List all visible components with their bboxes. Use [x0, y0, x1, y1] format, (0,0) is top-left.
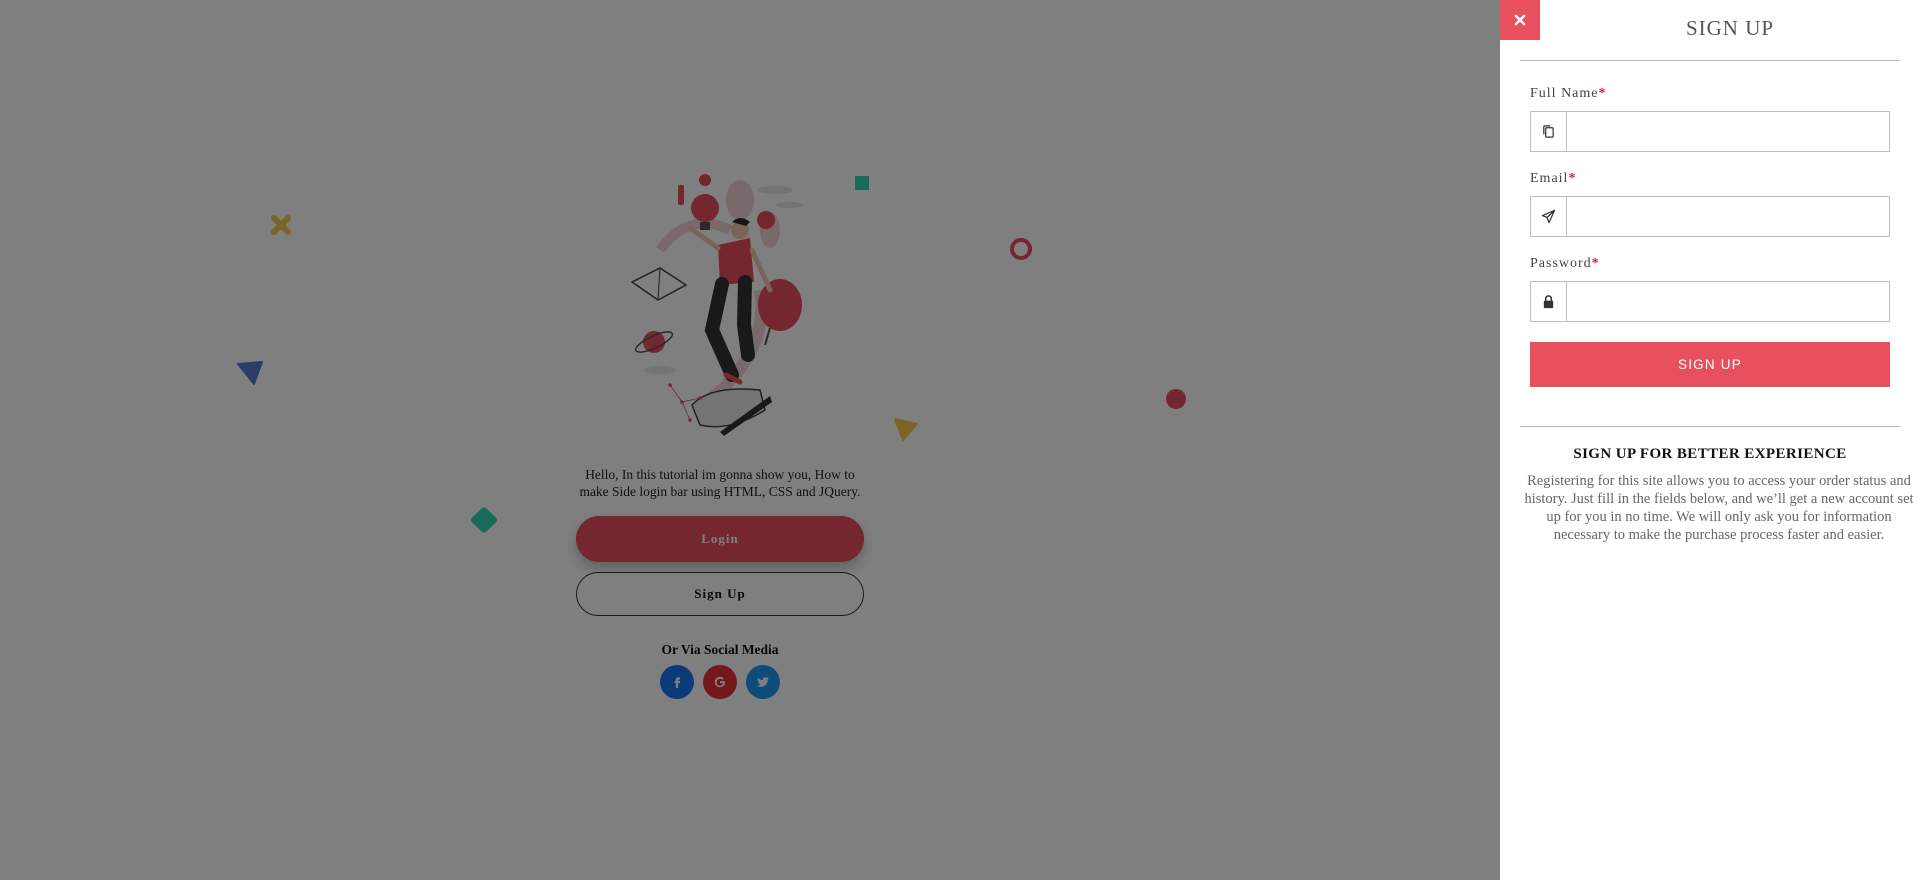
- intro-section: Hello, In this tutorial im gonna show yo…: [576, 170, 864, 699]
- full-name-label: Full Name*: [1530, 86, 1890, 104]
- password-group: [1530, 281, 1890, 322]
- required-mark: *: [1568, 171, 1577, 186]
- copy-icon: [1531, 112, 1567, 151]
- triangle-yellow-shape-decoration: [894, 418, 918, 441]
- facebook-button[interactable]: [660, 665, 694, 699]
- x-shape-decoration: [271, 215, 291, 235]
- email-label-text: Email: [1530, 171, 1569, 186]
- facebook-icon: [674, 677, 681, 688]
- intro-text: Hello, In this tutorial im gonna show yo…: [579, 467, 861, 499]
- info-title: SIGN UP FOR BETTER EXPERIENCE: [1573, 446, 1847, 462]
- ring-shape-decoration: [1010, 238, 1032, 260]
- password-label: Password*: [1530, 256, 1890, 274]
- social-buttons: [576, 665, 864, 699]
- google-button[interactable]: [703, 665, 737, 699]
- password-label-text: Password: [1530, 256, 1592, 271]
- triangle-shape-decoration: [237, 361, 263, 385]
- close-icon: [1514, 14, 1526, 26]
- paper-plane-icon: [1531, 197, 1567, 236]
- email-group: [1530, 196, 1890, 237]
- email-input[interactable]: [1567, 197, 1889, 236]
- full-name-label-text: Full Name: [1530, 86, 1599, 101]
- dot-shape-decoration: [1166, 389, 1186, 409]
- diamond-shape-decoration: [471, 507, 497, 533]
- lock-icon: [1531, 282, 1567, 321]
- hero-illustration: [630, 174, 804, 436]
- full-name-input[interactable]: [1567, 112, 1889, 151]
- divider: [1520, 426, 1900, 427]
- required-mark: *: [1598, 86, 1607, 101]
- info-text: Registering for this site allows you to …: [1524, 473, 1914, 543]
- twitter-icon: [757, 677, 769, 687]
- signup-form: Full Name* Email* Password* SIGN UP: [1530, 86, 1890, 387]
- twitter-button[interactable]: [746, 665, 780, 699]
- required-mark: *: [1591, 256, 1600, 271]
- full-name-group: [1530, 111, 1890, 152]
- google-icon: [714, 676, 726, 688]
- password-input[interactable]: [1567, 282, 1889, 321]
- email-label: Email*: [1530, 171, 1890, 189]
- divider: [1520, 60, 1900, 61]
- close-button[interactable]: [1500, 0, 1540, 40]
- social-media-title: Or Via Social Media: [661, 642, 779, 657]
- signup-side-panel: SIGN UP Full Name* Email* Password* SIGN…: [1500, 0, 1920, 880]
- panel-title: SIGN UP: [1685, 16, 1775, 40]
- login-button[interactable]: Login: [576, 516, 864, 562]
- signup-submit-button[interactable]: SIGN UP: [1530, 342, 1890, 387]
- signup-button[interactable]: Sign Up: [576, 572, 864, 616]
